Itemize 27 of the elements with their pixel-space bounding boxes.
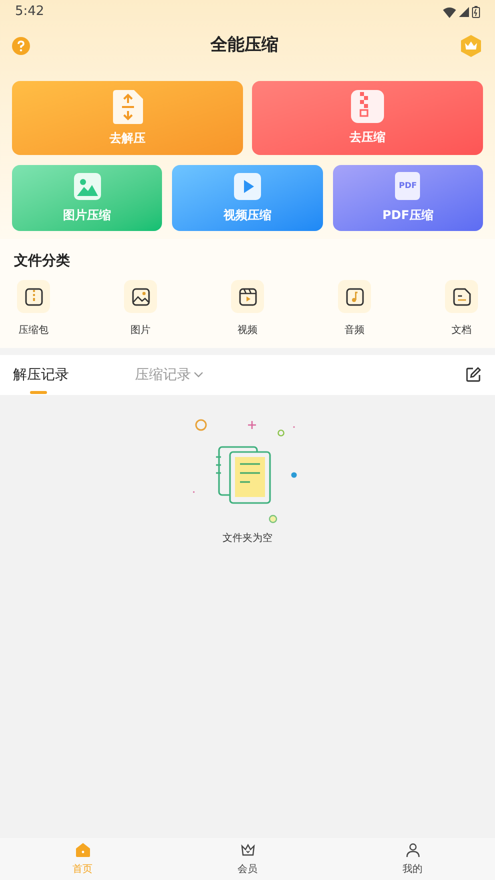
app-title: 全能压缩 xyxy=(210,34,278,58)
chevron-down-icon xyxy=(194,372,203,378)
empty-message: 文件夹为空 xyxy=(222,532,272,546)
nav-tab[interactable]: 我的 xyxy=(330,838,495,880)
file-arrows-icon xyxy=(112,90,142,124)
battery-icon xyxy=(472,6,480,18)
record-tab[interactable]: 解压记录 xyxy=(13,356,69,394)
crown-icon xyxy=(240,842,256,858)
wifi-icon xyxy=(443,6,456,18)
pdf-file-icon: PDF xyxy=(395,172,420,200)
image-icon xyxy=(130,286,150,306)
archive-icon xyxy=(24,286,44,306)
document-icon xyxy=(452,286,472,306)
signal-icon xyxy=(459,7,469,17)
section-title: 文件分类 xyxy=(14,252,71,271)
home-icon xyxy=(74,842,90,858)
status-time: 5:42 xyxy=(15,3,44,22)
edit-icon[interactable] xyxy=(466,367,481,382)
play-icon xyxy=(234,172,261,200)
nav-tab[interactable]: 会员 xyxy=(165,838,330,880)
person-icon xyxy=(404,842,420,858)
music-note-icon xyxy=(344,286,364,306)
help-icon[interactable] xyxy=(12,37,30,55)
video-icon xyxy=(238,286,258,306)
image-icon xyxy=(74,172,101,200)
zip-file-icon xyxy=(351,90,384,123)
crown-badge-icon[interactable] xyxy=(459,34,483,58)
